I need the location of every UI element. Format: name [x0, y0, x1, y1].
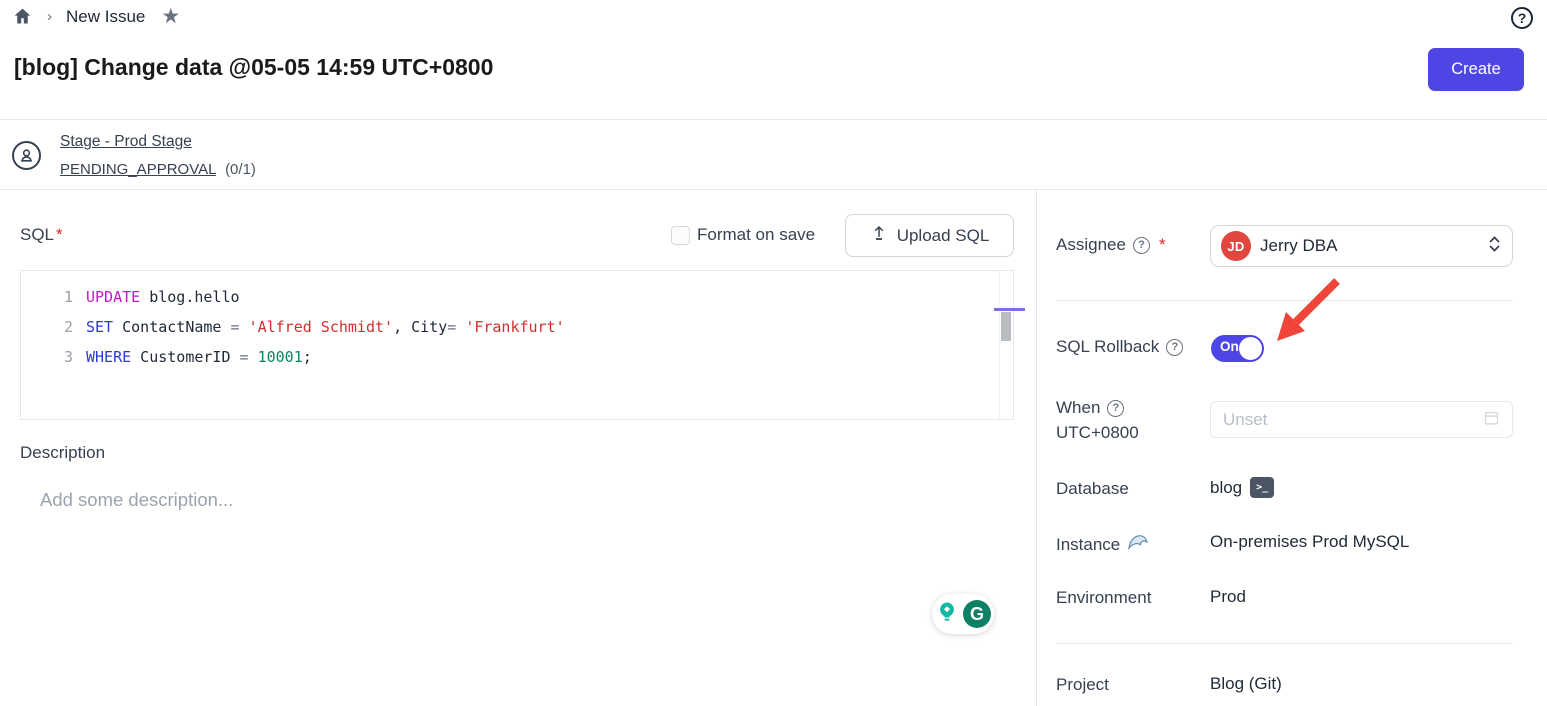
database-label: Database — [1056, 479, 1129, 499]
sql-editor[interactable]: 1UPDATE blog.hello2SET ContactName = 'Al… — [20, 270, 1014, 420]
environment-label: Environment — [1056, 588, 1151, 608]
sql-label: SQL* — [20, 225, 63, 245]
stage-status-link[interactable]: PENDING_APPROVAL — [60, 161, 216, 178]
code-line: 3WHERE CustomerID = 10001; — [21, 342, 993, 372]
assignee-label-row: Assignee ? * — [1056, 235, 1166, 255]
editor-scrollbar[interactable] — [999, 271, 1013, 419]
code-line: 2SET ContactName = 'Alfred Schmidt', Cit… — [21, 312, 993, 342]
main-panel: SQL* Format on save Upload SQL 1UPDATE b… — [0, 190, 1037, 706]
page-title: [blog] Change data @05-05 14:59 UTC+0800 — [14, 54, 493, 81]
suggestion-bulb-icon[interactable] — [935, 600, 959, 629]
sql-console-icon[interactable]: >_ — [1250, 477, 1274, 498]
format-on-save-checkbox[interactable] — [671, 226, 690, 245]
upload-icon — [870, 224, 888, 247]
upload-sql-button[interactable]: Upload SQL — [845, 214, 1014, 257]
breadcrumb-page-label: New Issue — [66, 7, 145, 27]
sql-rollback-toggle[interactable]: On — [1211, 335, 1264, 362]
sidebar-divider — [1056, 300, 1513, 301]
when-label: When — [1056, 398, 1100, 418]
assignee-select[interactable]: JD Jerry DBA — [1210, 225, 1513, 267]
stage-progress: (0/1) — [225, 161, 256, 178]
database-value-row: blog >_ — [1210, 477, 1274, 498]
toggle-knob — [1239, 337, 1262, 360]
grammarly-icon[interactable]: G — [963, 600, 991, 628]
editor-scrollbar-thumb[interactable] — [1001, 312, 1011, 341]
rollback-label-row: SQL Rollback ? — [1056, 337, 1183, 357]
new-issue-page: › New Issue ★ ? [blog] Change data @05-0… — [0, 0, 1547, 706]
stage-status-row: PENDING_APPROVAL (0/1) — [60, 161, 256, 178]
when-placeholder: Unset — [1223, 410, 1483, 430]
assignee-required-asterisk: * — [1159, 235, 1166, 255]
sql-editor-lines: 1UPDATE blog.hello2SET ContactName = 'Al… — [21, 282, 993, 372]
home-icon[interactable] — [12, 6, 33, 27]
chevron-right-icon: › — [43, 8, 56, 25]
sidebar-divider-bottom — [1056, 643, 1513, 644]
when-timezone: UTC+0800 — [1056, 423, 1139, 443]
when-datetime-input[interactable]: Unset — [1210, 401, 1513, 438]
sql-rollback-label: SQL Rollback — [1056, 337, 1159, 357]
assignee-help-icon[interactable]: ? — [1133, 237, 1150, 254]
mysql-dolphin-icon — [1127, 533, 1149, 556]
instance-label: Instance — [1056, 535, 1120, 555]
when-label-row: When ? — [1056, 398, 1124, 418]
description-input[interactable]: Add some description... — [40, 489, 233, 511]
required-asterisk: * — [56, 225, 63, 244]
calendar-icon — [1483, 409, 1500, 431]
select-chevrons-icon — [1487, 234, 1502, 259]
project-value: Blog (Git) — [1210, 674, 1282, 694]
toggle-state-label: On — [1220, 339, 1239, 354]
assignee-value: Jerry DBA — [1260, 236, 1478, 256]
project-label: Project — [1056, 675, 1109, 695]
instance-label-row: Instance — [1056, 533, 1149, 556]
editor-overview-marker — [994, 308, 1025, 311]
issue-sidebar: Assignee ? * JD Jerry DBA SQL Rollback ?… — [1037, 190, 1547, 706]
database-value: blog — [1210, 478, 1242, 498]
code-line: 1UPDATE blog.hello — [21, 282, 993, 312]
stage-link[interactable]: Stage - Prod Stage — [60, 133, 192, 151]
upload-sql-label: Upload SQL — [897, 226, 990, 246]
sql-rollback-help-icon[interactable]: ? — [1166, 339, 1183, 356]
star-icon[interactable]: ★ — [161, 6, 180, 27]
instance-value: On-premises Prod MySQL — [1210, 532, 1409, 552]
environment-value: Prod — [1210, 587, 1246, 607]
create-button[interactable]: Create — [1428, 48, 1524, 91]
assignee-label: Assignee — [1056, 235, 1126, 255]
grammarly-widget[interactable]: G — [932, 594, 994, 634]
breadcrumb: › New Issue ★ — [12, 6, 180, 27]
when-help-icon[interactable]: ? — [1107, 400, 1124, 417]
format-on-save-label: Format on save — [697, 225, 815, 245]
stage-bar: Stage - Prod Stage PENDING_APPROVAL (0/1… — [0, 119, 1547, 190]
description-label: Description — [20, 443, 105, 463]
assignee-avatar-icon — [12, 141, 41, 170]
help-icon[interactable]: ? — [1511, 7, 1533, 29]
assignee-avatar: JD — [1221, 231, 1251, 261]
